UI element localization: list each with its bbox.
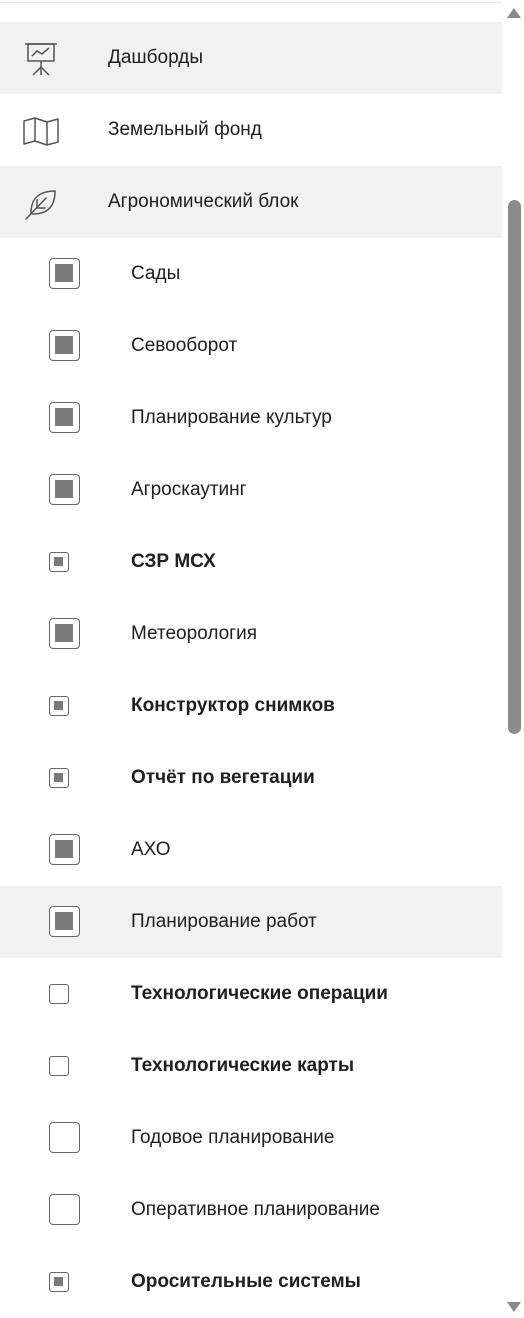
partial-checkbox-icon[interactable] — [49, 618, 80, 649]
submenu-item-label: Севооборот — [131, 335, 238, 356]
submenu-item-label: Технологические карты — [131, 1055, 355, 1076]
partial-checkbox-icon[interactable] — [49, 768, 69, 788]
partial-checkbox-icon[interactable] — [49, 552, 69, 572]
submenu-item-vegetation-report[interactable]: Отчёт по вегетации — [0, 742, 502, 814]
checkbox-icon[interactable] — [49, 1122, 80, 1153]
partial-checkbox-icon[interactable] — [49, 402, 80, 433]
submenu-item-annual-planning[interactable]: Годовое планирование — [0, 1102, 502, 1174]
menu-item-agronomy-block[interactable]: Агрономический блок — [0, 166, 502, 238]
submenu-item-label: Планирование работ — [131, 911, 317, 932]
submenu-item-label: Оперативное планирование — [131, 1199, 380, 1220]
checkbox-icon[interactable] — [49, 984, 69, 1004]
menu-item-dashboards[interactable]: Дашборды — [0, 22, 502, 94]
submenu-item-label: Отчёт по вегетации — [131, 767, 315, 788]
submenu-item-agroscouting[interactable]: Агроскаутинг — [0, 454, 502, 526]
partial-checkbox-icon[interactable] — [49, 696, 69, 716]
submenu-item-tech-operations[interactable]: Технологические операции — [0, 958, 502, 1030]
submenu-item-meteorology[interactable]: Метеорология — [0, 598, 502, 670]
submenu-item-label: АХО — [131, 839, 171, 860]
submenu-item-crop-rotation[interactable]: Севооборот — [0, 310, 502, 382]
map-icon — [22, 112, 60, 150]
menu-item-label: Земельный фонд — [108, 119, 262, 140]
submenu-item-work-planning[interactable]: Планирование работ — [0, 886, 502, 958]
submenu-item-label: Метеорология — [131, 623, 258, 644]
submenu-item-aho[interactable]: АХО — [0, 814, 502, 886]
submenu-item-label: Конструктор снимков — [131, 695, 335, 716]
submenu-item-operational-planning[interactable]: Оперативное планирование — [0, 1174, 502, 1246]
partial-checkbox-icon[interactable] — [49, 834, 80, 865]
submenu-item-crop-planning[interactable]: Планирование культур — [0, 382, 502, 454]
partial-checkbox-icon[interactable] — [49, 330, 80, 361]
partial-checkbox-icon[interactable] — [49, 906, 80, 937]
top-divider — [0, 2, 502, 3]
submenu-item-szr-msh[interactable]: СЗР МСХ — [0, 526, 502, 598]
submenu-item-irrigation-systems[interactable]: Оросительные системы — [0, 1246, 502, 1318]
submenu-item-label: Сады — [131, 263, 181, 284]
partial-checkbox-icon[interactable] — [49, 258, 80, 289]
checkbox-icon[interactable] — [49, 1194, 80, 1225]
submenu-item-tech-maps[interactable]: Технологические карты — [0, 1030, 502, 1102]
menu-item-label: Агрономический блок — [108, 191, 299, 212]
submenu-item-label: Агроскаутинг — [131, 479, 247, 500]
submenu-item-gardens[interactable]: Сады — [0, 238, 502, 310]
checkbox-icon[interactable] — [49, 1056, 69, 1076]
scrollbar-thumb[interactable] — [508, 200, 521, 734]
menu-item-land-fund[interactable]: Земельный фонд — [0, 94, 502, 166]
submenu-item-image-constructor[interactable]: Конструктор снимков — [0, 670, 502, 742]
menu-item-label: Дашборды — [108, 47, 203, 68]
submenu-item-label: Оросительные системы — [131, 1271, 361, 1292]
presentation-chart-icon — [22, 40, 60, 78]
navigation-menu: Дашборды Земельный фонд Агрономический б… — [0, 22, 502, 1318]
submenu-item-label: СЗР МСХ — [131, 551, 216, 572]
leaf-icon — [22, 184, 60, 222]
partial-checkbox-icon[interactable] — [49, 1272, 69, 1292]
submenu-item-label: Планирование культур — [131, 407, 332, 428]
submenu-item-label: Технологические операции — [131, 983, 388, 1004]
scroll-down-arrow-icon[interactable] — [507, 1302, 521, 1312]
partial-checkbox-icon[interactable] — [49, 474, 80, 505]
scroll-up-arrow-icon[interactable] — [507, 8, 521, 18]
submenu-item-label: Годовое планирование — [131, 1127, 335, 1148]
